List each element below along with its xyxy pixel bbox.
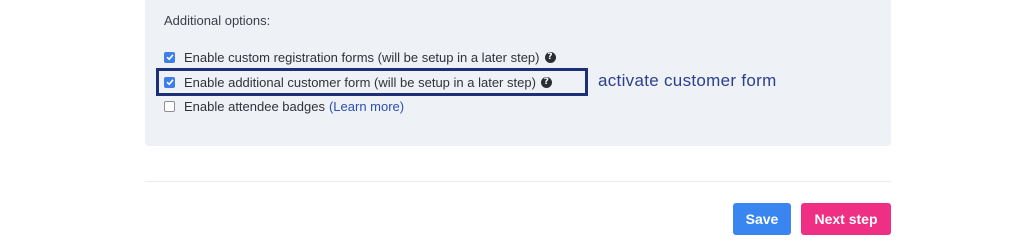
option-label: Enable custom registration forms (will b… [184,49,540,65]
option-custom-registration-forms[interactable]: Enable custom registration forms (will b… [164,48,556,66]
question-circle-icon[interactable]: ? [544,51,556,63]
option-attendee-badges[interactable]: Enable attendee badges (Learn more) [164,97,404,115]
option-label: Enable attendee badges [184,98,325,114]
learn-more-link[interactable]: (Learn more) [329,99,404,114]
next-step-button[interactable]: Next step [801,203,891,235]
section-title: Additional options: [164,13,271,28]
save-button[interactable]: Save [733,203,791,235]
annotation-highlight-box [156,68,588,96]
divider [145,181,891,182]
annotation-text: activate customer form [598,71,777,90]
checkbox-unchecked-icon[interactable] [164,100,175,112]
checkbox-checked-icon[interactable] [164,51,175,63]
